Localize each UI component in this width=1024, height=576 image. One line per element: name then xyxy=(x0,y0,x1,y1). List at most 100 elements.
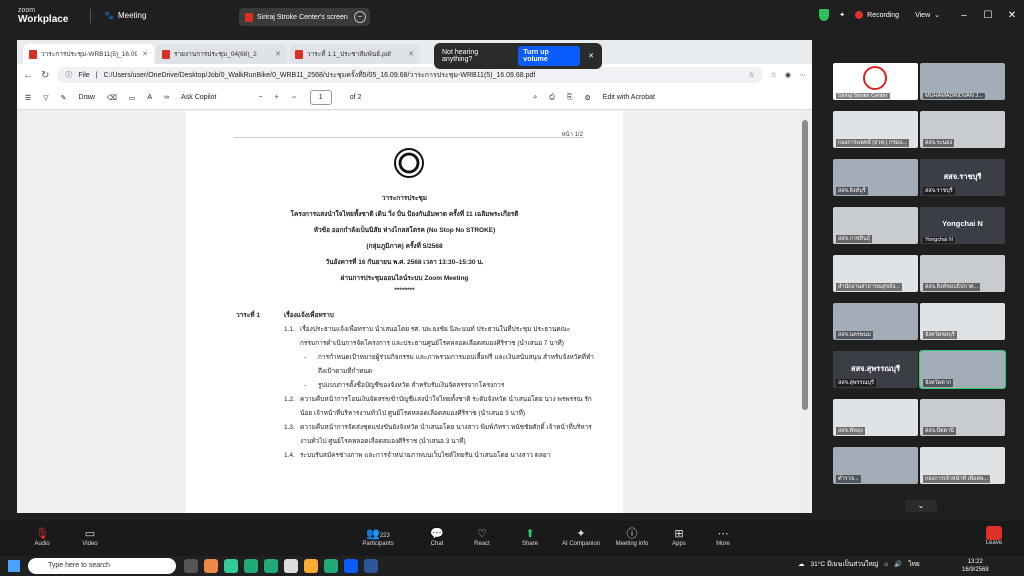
participant-name: สสจ.พัทลุง xyxy=(836,427,865,435)
task-view-icon[interactable] xyxy=(184,559,198,573)
participant-tile[interactable]: สสจ.สิงห์ชอบธิปกาศ... xyxy=(920,255,1005,292)
close-icon[interactable]: ✕ xyxy=(588,52,594,60)
zoom-app-icon[interactable] xyxy=(344,559,358,573)
immersive-reader-icon[interactable]: ∞ xyxy=(164,94,169,101)
participant-tile[interactable]: สสจ.นครพนม xyxy=(833,303,918,340)
maximize-icon[interactable]: ☐ xyxy=(976,10,1000,21)
reload-icon[interactable]: ↻ xyxy=(41,70,49,81)
line-app-icon[interactable] xyxy=(324,559,338,573)
windows-start-icon[interactable] xyxy=(8,560,20,572)
browser-tab-3[interactable]: วาระที่ 1.1_ประชาสัมพันธ์.pdf ✕ xyxy=(289,44,420,64)
files-app-icon[interactable] xyxy=(304,559,318,573)
close-icon[interactable]: ✕ xyxy=(142,50,148,58)
taskbar-clock[interactable]: 13:22 16/9/2568 xyxy=(962,558,989,574)
close-icon[interactable]: ✕ xyxy=(408,50,414,58)
speaker-icon[interactable]: 🔊 xyxy=(894,560,902,568)
draw-button[interactable]: Draw xyxy=(79,94,95,101)
profile-icon[interactable]: ◉ xyxy=(785,71,791,79)
participant-tile[interactable]: Siriraj Stroke Center xyxy=(833,63,918,100)
chevron-down-icon[interactable]: ⌄ xyxy=(905,500,937,512)
pdf-toolbar: ☰ ▽ ✎ Draw ⌫ ▭ A ∞ Ask Copilot − + ⇔ 1 o… xyxy=(17,86,812,110)
participant-tile[interactable]: สสจ.สิงห์บุรี xyxy=(833,159,918,196)
view-button[interactable]: View xyxy=(915,12,930,19)
paw-icon: 🐾 xyxy=(104,11,114,20)
browser-tab-1[interactable]: วาระการประชุม-WRB11(5)_16.09.68 ✕ xyxy=(23,44,154,64)
sparkle-icon[interactable]: ✦ xyxy=(839,11,845,19)
participant-tile[interactable]: ตำรวจ... xyxy=(833,447,918,484)
word-app-icon[interactable] xyxy=(364,559,378,573)
close-icon[interactable]: ✕ xyxy=(275,50,281,58)
taskbar-search[interactable]: Type here to search xyxy=(28,558,176,574)
print-icon[interactable]: ⎙ xyxy=(549,94,555,102)
participant-tile[interactable]: Yongchai N Yongchai N xyxy=(920,207,1005,244)
settings-icon[interactable]: ⚙ xyxy=(585,94,591,102)
turn-up-volume-button[interactable]: Turn up volume xyxy=(518,46,581,66)
zoom-in-button[interactable]: + xyxy=(275,94,279,101)
favorites-icon[interactable]: ☆ xyxy=(771,71,777,79)
agenda-item: ความคืบหน้าการจัดส่งชุดแข่งขันยังจังหวัด… xyxy=(300,424,592,445)
tab-label: รายงานการประชุม_04(68)_2 xyxy=(174,51,257,58)
pdf-scrollbar[interactable] xyxy=(800,110,810,513)
network-icon[interactable]: ⌂ xyxy=(884,561,888,568)
edit-with-acrobat-button[interactable]: Edit with Acrobat xyxy=(603,94,655,101)
back-icon[interactable]: ← xyxy=(23,70,33,81)
scroll-thumb[interactable] xyxy=(802,120,808,410)
address-bar[interactable]: ⓘ File | C:/Users/user/OneDrive/Desktop/… xyxy=(57,67,763,83)
participant-tile[interactable]: กองการเจ้าหน้าที่ เพื่อสพ... xyxy=(920,447,1005,484)
contents-icon[interactable]: ☰ xyxy=(25,94,31,102)
read-aloud-icon[interactable]: A xyxy=(147,94,152,101)
save-icon[interactable]: ⎘ xyxy=(567,94,573,102)
weather-text[interactable]: 31°C มีเมฆเป็นส่วนใหญ่ xyxy=(811,559,879,569)
highlight-icon[interactable]: ▽ xyxy=(43,94,48,102)
pdf-icon xyxy=(162,49,170,59)
participant-tile[interactable]: สสจ.สุพรรณบุรี สสจ.สุพรรณบุรี xyxy=(833,351,918,388)
draw-icon[interactable]: ✎ xyxy=(61,94,67,102)
agenda-subitem: การกำหนดเป้าหมายผู้ร่วมกิจกรรม และภาพรวม… xyxy=(318,354,594,375)
chevron-down-icon[interactable]: ⌄ xyxy=(934,11,940,19)
star-icon[interactable]: ☆ xyxy=(748,71,754,79)
page-view-icon[interactable]: ▭ xyxy=(129,94,136,102)
share-screen-tab[interactable]: Siriraj Stroke Center's screen – xyxy=(239,8,370,26)
edge-app-icon[interactable] xyxy=(224,559,238,573)
input-language[interactable]: ไทย xyxy=(908,559,919,569)
page-number-input[interactable]: 1 xyxy=(309,90,332,105)
participant-tile[interactable]: สสจ.กาฬสินธุ์ xyxy=(833,207,918,244)
more-icon[interactable]: ⋯ xyxy=(799,71,806,79)
search-icon[interactable]: ⌕ xyxy=(533,94,537,102)
chrome-app-icon[interactable] xyxy=(284,559,298,573)
participants-button[interactable]: 👥223 Participants xyxy=(350,527,406,547)
pdf-viewer[interactable]: หน้า 1/2 วาระการประชุม โครงการแสงนำใจไทย… xyxy=(17,110,812,513)
recording-label[interactable]: Recording xyxy=(867,12,899,19)
line-app-icon[interactable] xyxy=(244,559,258,573)
ai-companion-button[interactable]: ✦ AI Companion xyxy=(553,527,609,547)
participant-tile[interactable]: สสจ.พัทลุง xyxy=(833,399,918,436)
zoom-out-button[interactable]: − xyxy=(259,94,263,101)
line-app-icon[interactable] xyxy=(264,559,278,573)
ask-copilot-button[interactable]: Ask Copilot xyxy=(181,94,216,101)
meeting-tab[interactable]: 🐾 Meeting xyxy=(104,11,146,20)
browser-tab-2[interactable]: รายงานการประชุม_04(68)_2 ✕ xyxy=(156,44,287,64)
fit-icon[interactable]: ⇔ xyxy=(291,94,298,101)
participant-tile[interactable]: สสจ.ระนอง xyxy=(920,111,1005,148)
erase-icon[interactable]: ⌫ xyxy=(107,94,117,102)
participant-name: สสจ.กาฬสินธุ์ xyxy=(836,235,873,243)
participant-tile[interactable]: จังหวัดชลบุรี xyxy=(920,303,1005,340)
participant-tile[interactable]: สำนักงานสาธารณสุขจัง... xyxy=(833,255,918,292)
participant-tile[interactable]: กองการแพทย์ (สวท.) กรมแ... xyxy=(833,111,918,148)
participant-tile[interactable]: สสจ.ราชบุรี สสจ.ราชบุรี xyxy=(920,159,1005,196)
participants-label: Participants xyxy=(362,541,394,547)
zoom-title-bar: zoom Workplace 🐾 Meeting Siriraj Stroke … xyxy=(0,0,1024,32)
participant-tile[interactable]: MUHAMADRIDVAN J... xyxy=(920,63,1005,100)
participant-tile[interactable]: สสจ.ปัตตานี xyxy=(920,399,1005,436)
share-button[interactable]: ⬆ Share xyxy=(502,527,558,547)
browser-app-icon[interactable] xyxy=(204,559,218,573)
leave-button[interactable]: Leave xyxy=(979,526,1009,546)
zoom-logo: zoom Workplace xyxy=(18,6,68,25)
video-button[interactable]: ▭ Video xyxy=(62,527,118,547)
participant-tile[interactable]: จังหวัดตาก xyxy=(919,350,1006,389)
stop-view-icon[interactable]: – xyxy=(354,11,366,23)
close-icon[interactable]: ✕ xyxy=(1000,10,1024,21)
participant-name: สสจ.สุพรรณบุรี xyxy=(836,379,876,387)
more-button[interactable]: ⋯ More xyxy=(695,527,751,547)
minimize-icon[interactable]: – xyxy=(952,10,976,21)
